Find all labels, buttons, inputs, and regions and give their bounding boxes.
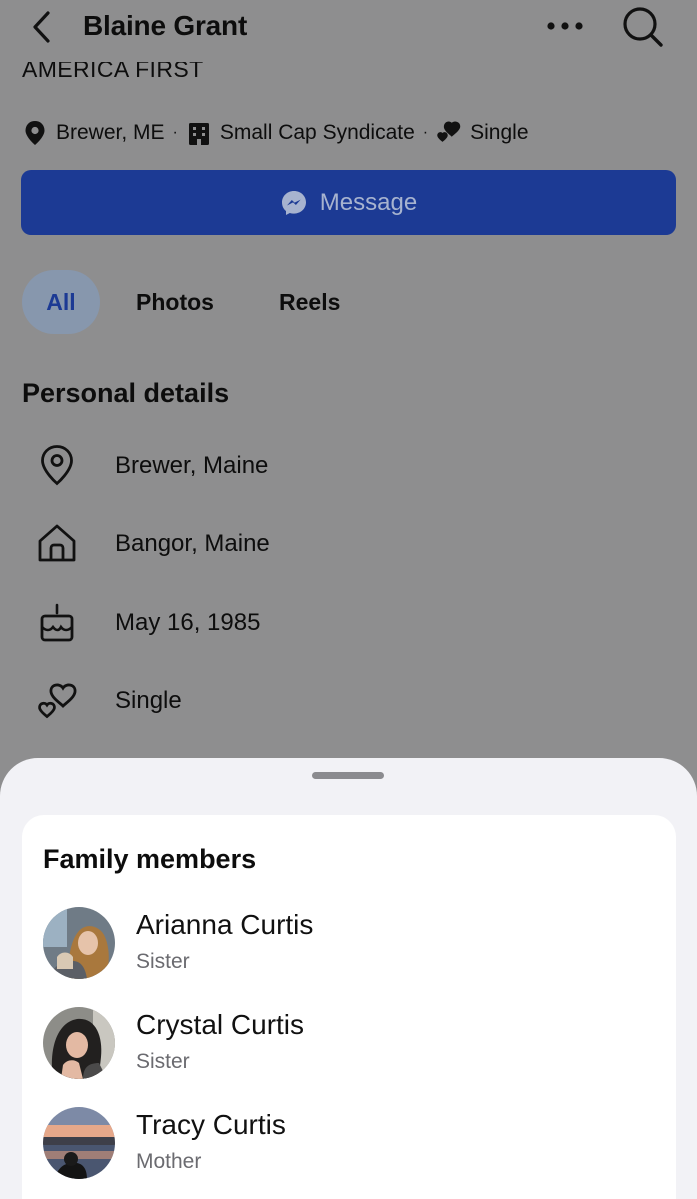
meta-separator: · [422, 124, 429, 141]
back-button[interactable] [26, 8, 58, 46]
tab-reels[interactable]: Reels [279, 270, 340, 334]
family-members-sheet: Family members Arianna Curtis Sister Cry… [0, 758, 697, 1199]
meta-relationship: Single [470, 121, 529, 144]
location-pin-icon [22, 119, 48, 147]
home-icon [34, 520, 80, 566]
member-name[interactable]: Arianna Curtis [136, 909, 313, 941]
meta-work: Small Cap Syndicate [219, 121, 415, 144]
member-name[interactable]: Tracy Curtis [136, 1109, 286, 1141]
message-button[interactable]: Message [21, 170, 676, 235]
meta-separator: · [172, 124, 178, 141]
avatar[interactable] [43, 1107, 115, 1179]
more-options-button[interactable] [544, 13, 586, 39]
detail-birthday: May 16, 1985 [115, 609, 261, 636]
detail-relationship: Single [115, 687, 182, 714]
member-relation: Mother [136, 1150, 202, 1173]
detail-row-relationship: Single [0, 677, 697, 727]
hearts-icon [34, 677, 80, 723]
personal-details-title: Personal details [22, 378, 230, 408]
tab-photos[interactable]: Photos [136, 270, 214, 334]
birthday-cake-icon [34, 599, 80, 645]
family-members-title: Family members [43, 844, 257, 874]
more-dots-icon [547, 22, 583, 30]
member-relation: Sister [136, 950, 190, 973]
avatar[interactable] [43, 907, 115, 979]
page-title: Blaine Grant [83, 10, 248, 41]
search-icon [623, 7, 663, 47]
detail-current-city: Brewer, Maine [115, 452, 269, 479]
detail-row-birthday: May 16, 1985 [0, 599, 697, 649]
profile-meta-row: Brewer, ME · Small Cap Syndicate · Singl… [22, 117, 529, 149]
avatar[interactable] [43, 1007, 115, 1079]
family-members-card: Family members Arianna Curtis Sister Cry… [22, 815, 676, 1199]
building-icon [186, 119, 212, 147]
member-relation: Sister [136, 1050, 190, 1073]
member-name[interactable]: Crystal Curtis [136, 1009, 304, 1041]
profile-intro-text: AMERICA FIRST [22, 62, 204, 82]
sheet-grabber[interactable] [312, 772, 384, 779]
family-member-item[interactable]: Crystal Curtis Sister [43, 1007, 643, 1081]
message-button-label: Message [319, 188, 418, 216]
messenger-icon [280, 189, 308, 217]
family-member-item[interactable]: Tracy Curtis Mother [43, 1107, 643, 1181]
hearts-icon [436, 119, 462, 147]
search-button[interactable] [620, 4, 666, 50]
detail-row-hometown: Bangor, Maine [0, 520, 697, 570]
location-pin-outline-icon [34, 442, 80, 488]
tab-all[interactable]: All [22, 270, 100, 334]
meta-location: Brewer, ME [56, 121, 165, 144]
detail-row-current-city: Brewer, Maine [0, 442, 697, 492]
family-member-item[interactable]: Arianna Curtis Sister [43, 907, 643, 981]
detail-hometown: Bangor, Maine [115, 530, 270, 557]
top-bar: Blaine Grant [0, 0, 697, 56]
chevron-left-icon [33, 11, 50, 43]
